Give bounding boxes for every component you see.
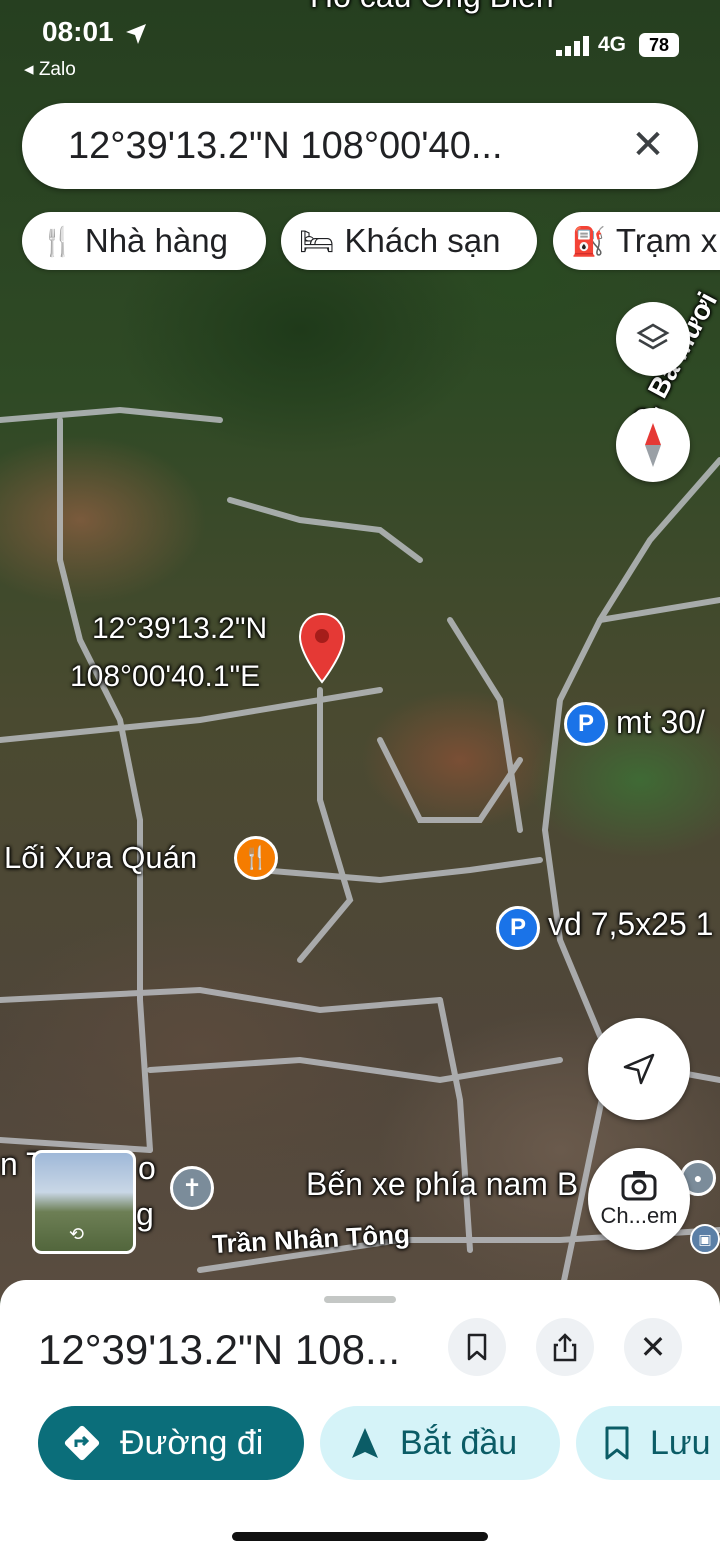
drag-handle[interactable] bbox=[324, 1296, 396, 1303]
search-query[interactable]: 12°39'13.2"N 108°00'40... bbox=[68, 125, 503, 168]
pin-label-latitude: 12°39'13.2"N bbox=[92, 612, 268, 645]
start-button[interactable]: Bắt đầu bbox=[320, 1406, 560, 1480]
street-view-rotate-icon: ⟲ bbox=[69, 1224, 85, 1244]
camera-search-button[interactable]: Ch...em bbox=[588, 1148, 690, 1250]
pin-label-longitude: 108°00'40.1"E bbox=[70, 660, 261, 693]
close-icon: ✕ bbox=[639, 1329, 667, 1365]
restaurant-icon[interactable]: 🍴 bbox=[234, 836, 278, 880]
close-sheet-button[interactable]: ✕ bbox=[624, 1318, 682, 1376]
share-icon bbox=[553, 1333, 577, 1362]
home-indicator[interactable] bbox=[232, 1532, 488, 1541]
save-button[interactable] bbox=[448, 1318, 506, 1376]
directions-label: Đường đi bbox=[120, 1423, 264, 1462]
chip-label: Khách sạn bbox=[344, 222, 501, 259]
poi-label-church-partial-3: g bbox=[136, 1196, 154, 1232]
bookmark-icon bbox=[605, 1426, 629, 1460]
my-location-button[interactable] bbox=[588, 1018, 690, 1120]
signal-icon bbox=[556, 36, 589, 56]
navigation-icon bbox=[352, 1428, 378, 1458]
chip-gas-stations[interactable]: ⛽ Trạm x bbox=[553, 212, 720, 270]
chip-label: Nhà hàng bbox=[84, 222, 228, 259]
layers-button[interactable] bbox=[616, 302, 690, 376]
hotel-icon: 🛏 bbox=[299, 225, 335, 257]
directions-button[interactable]: Đường đi bbox=[38, 1406, 304, 1480]
compass-button[interactable] bbox=[616, 408, 690, 482]
battery-level: 78 bbox=[639, 33, 679, 57]
compass-icon bbox=[645, 423, 661, 467]
place-bottom-sheet[interactable]: 12°39'13.2"N 108... ✕ Đường đi Bắt đầu L… bbox=[0, 1280, 720, 1558]
bookmark-icon bbox=[467, 1333, 487, 1361]
gas-station-icon: ⛽ bbox=[571, 225, 606, 257]
chip-restaurants[interactable]: 🍴 Nhà hàng bbox=[22, 212, 266, 270]
church-icon[interactable]: ✝ bbox=[170, 1166, 214, 1210]
poi-label-restaurant: Lối Xưa Quán bbox=[4, 840, 198, 875]
share-button[interactable] bbox=[536, 1318, 594, 1376]
network-type: 4G bbox=[598, 33, 627, 56]
location-arrow-icon bbox=[126, 24, 146, 44]
chip-hotels[interactable]: 🛏 Khách sạn bbox=[281, 212, 537, 270]
place-title: 12°39'13.2"N 108... bbox=[38, 1326, 400, 1373]
search-bar[interactable]: 12°39'13.2"N 108°00'40... ✕ bbox=[22, 103, 698, 189]
street-view-thumbnail[interactable]: ⟲ bbox=[32, 1150, 136, 1254]
camera-label: Ch...em bbox=[600, 1203, 678, 1228]
camera-icon bbox=[621, 1171, 657, 1201]
poi-label-church-partial-2: o bbox=[138, 1150, 156, 1186]
close-icon[interactable]: ✕ bbox=[626, 123, 670, 167]
restaurant-icon: 🍴 bbox=[40, 225, 75, 257]
chip-label: Trạm x bbox=[615, 222, 718, 259]
start-label: Bắt đầu bbox=[400, 1423, 518, 1462]
poi-label-parking-2: vd 7,5x25 1 bbox=[548, 906, 714, 942]
save-place-button[interactable]: Lưu bbox=[576, 1406, 720, 1480]
bus-icon[interactable]: ▣ bbox=[690, 1224, 720, 1254]
poi-label-parking-1: mt 30/ bbox=[616, 704, 705, 740]
layers-icon bbox=[636, 323, 670, 350]
status-bar: 08:01 ◂ Zalo 4G 78 bbox=[0, 0, 720, 90]
status-time: 08:01 bbox=[42, 16, 114, 47]
navigation-arrow-icon bbox=[623, 1053, 655, 1085]
poi-label-bus-station: Bến xe phía nam B bbox=[306, 1166, 579, 1202]
directions-icon bbox=[64, 1425, 100, 1461]
save-place-label: Lưu bbox=[650, 1423, 711, 1462]
back-to-app-link[interactable]: ◂ Zalo bbox=[24, 58, 76, 81]
location-pin-icon[interactable] bbox=[298, 612, 346, 684]
parking-icon[interactable]: P bbox=[564, 702, 608, 746]
parking-icon[interactable]: P bbox=[496, 906, 540, 950]
